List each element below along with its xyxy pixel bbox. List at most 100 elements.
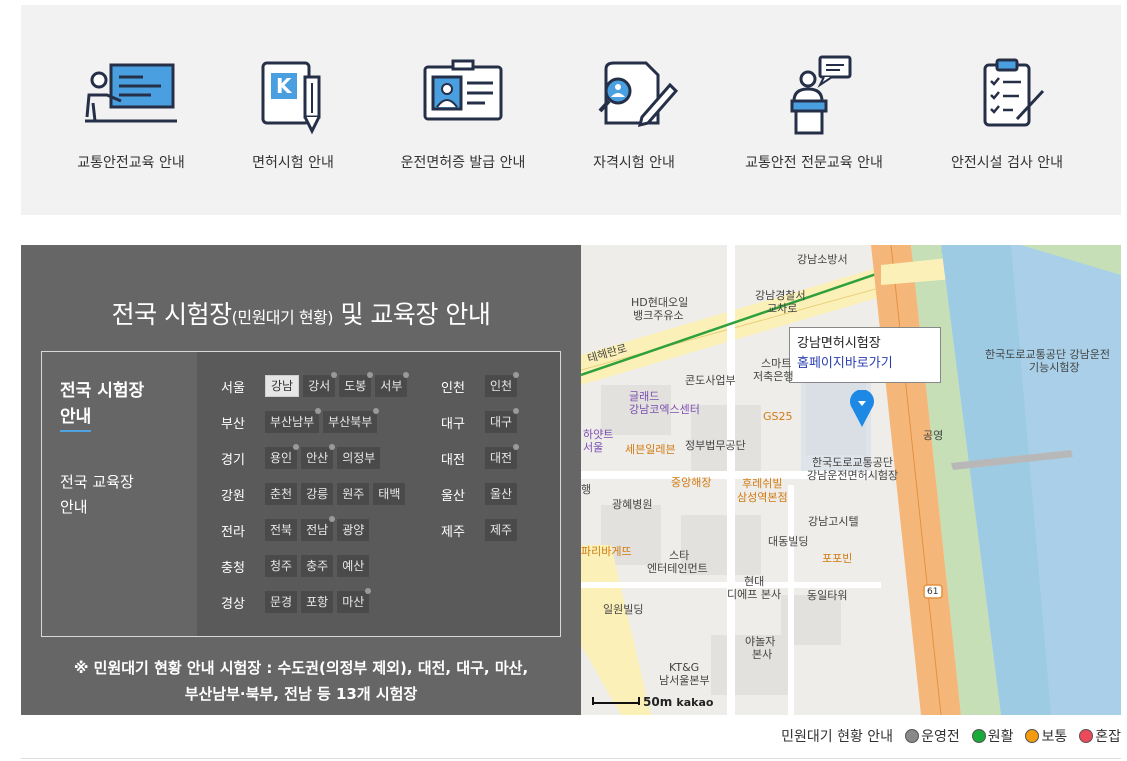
exam-center-name: 의정부 [342,451,376,465]
map-label: 엔터테인먼트 [647,562,708,575]
region-row-부산: 부산 부산남부 부산북부 [221,408,381,434]
map-label: 공영 [923,429,944,442]
region-label: 경상 [221,596,245,612]
service-facility-inspection[interactable]: 안전시설 검사 안내 [922,55,1092,172]
status-dot [971,729,986,743]
status-dot [513,408,520,414]
exam-center-chip[interactable]: 의정부 [337,447,381,469]
map-view[interactable]: 강남면허시험장 홈페이지바로가기 강남소방서 강남경찰서 교차로 HD현대오일 … [581,245,1121,715]
exam-center-chip[interactable]: 충주 [301,555,334,577]
exam-center-chip[interactable]: 전북 [265,519,298,541]
service-professional-education[interactable]: 교통안전 전문교육 안내 [729,55,899,172]
exam-center-chip[interactable]: 강서 [303,372,338,397]
exam-center-chip[interactable]: 포항 [301,591,334,613]
exam-center-chip[interactable]: 춘천 [265,483,298,505]
exam-center-chip[interactable]: 마산 [337,588,372,613]
region-row-울산: 울산 울산 [441,482,521,506]
region-selector-box: 전국 시험장 안내 전국 교육장 안내 서울 강남 강서 도봉 서부 부산 부산남부 부산북부… [41,351,561,637]
legend-item-crowded: 혼잡 [1079,726,1121,746]
exam-center-chip[interactable]: 대구 [485,408,520,433]
nav-exam-line2: 안내 [60,404,92,432]
status-dot [329,444,336,450]
location-pin-icon[interactable] [849,390,875,428]
map-brand: kakao [676,696,714,709]
map-label: 하얏트 [583,428,614,441]
region-row-경기: 경기 용인 안산 의정부 [221,444,384,470]
exam-center-chip[interactable]: 용인 [265,444,300,469]
exam-center-chip[interactable]: 태백 [373,483,406,505]
exam-center-chip[interactable]: 강릉 [301,483,334,505]
nav-edu-line2: 안내 [60,498,88,516]
status-dot [373,408,380,414]
panel-title-main: 전국 시험장 [111,300,232,329]
exam-center-name: 강서 [308,379,331,393]
map-label: 강남소방서 [797,253,848,266]
service-traffic-safety-education[interactable]: 교통안전교육 안내 [46,55,216,172]
exam-center-chip[interactable]: 대전 [485,444,520,469]
legend-label: 운영전 [921,729,960,745]
map-label: 콘도사업부 [685,374,736,387]
map-label: 글래드 [629,390,660,403]
map-label: 삼성역본점 [737,491,788,504]
exam-center-chip[interactable]: 부산북부 [323,408,380,433]
region-label: 충청 [221,560,245,576]
divider [21,758,1121,759]
exam-center-chip[interactable]: 서부 [375,372,410,397]
region-label: 대구 [441,416,465,432]
exam-center-chip[interactable]: 울산 [485,483,518,505]
exam-center-chip[interactable]: 예산 [337,555,370,577]
region-row-경상: 경상 문경 포항 마산 [221,588,373,614]
exam-pen-icon: K [261,61,321,135]
map-label: 야놀자 [745,635,776,648]
exam-center-name: 안산 [306,451,329,465]
region-label: 강원 [221,488,245,504]
note-line2: 부산남부·북부, 전남 등 13개 시험장 [184,685,418,703]
map-label: 강남경찰서 [755,289,806,302]
region-label: 인천 [441,380,465,396]
nav-exam-centers[interactable]: 전국 시험장 안내 [60,378,144,432]
map-label: 포포빈 [822,552,853,565]
exam-center-chip[interactable]: 청주 [265,555,298,577]
map-label: 서울 [583,441,604,454]
legend-label: 혼잡 [1095,729,1121,745]
map-label: KT&G [669,661,700,674]
status-dot [293,444,300,450]
region-label: 대전 [441,452,465,468]
exam-center-name: 충주 [306,559,329,573]
category-nav: 전국 시험장 안내 전국 교육장 안내 [42,352,197,636]
exam-center-chip[interactable]: 강남 [265,375,300,397]
service-license-issuance[interactable]: 운전면허증 발급 안내 [378,55,548,172]
status-dot [513,372,520,378]
exam-center-chip[interactable]: 도봉 [339,372,374,397]
service-label: 안전시설 검사 안내 [951,155,1063,171]
map-label: 동일타워 [807,589,848,602]
service-label: 교통안전교육 안내 [77,155,185,171]
exam-center-chip[interactable]: 안산 [301,444,336,469]
exam-center-chip[interactable]: 문경 [265,591,298,613]
exam-center-chip[interactable]: 원주 [337,483,370,505]
panel-title: 전국 시험장(민원대기 현황) 및 교육장 안내 [21,295,581,331]
status-dot [403,372,410,378]
legend-item-before-open: 운영전 [905,726,960,746]
exam-center-name: 청주 [270,559,293,573]
route-number: 61 [927,587,939,597]
region-label: 전라 [221,524,245,540]
exam-center-chip[interactable]: 광양 [337,519,370,541]
exam-center-chip[interactable]: 전남 [301,516,336,541]
exam-center-name: 대구 [490,415,513,429]
nav-education-centers[interactable]: 전국 교육장 안내 [60,470,134,520]
exam-center-chip[interactable]: 부산남부 [265,408,322,433]
exam-center-chip[interactable]: 제주 [485,519,518,541]
map-label: 한국도로교통공단 강남운전 [985,348,1110,361]
map-popup: 강남면허시험장 홈페이지바로가기 [789,327,941,383]
map-label: 본사 [752,648,773,661]
exam-center-chip[interactable]: 인천 [485,372,520,397]
map-label: 중앙해장 [671,476,712,489]
map-label: 세븐일레븐 [625,443,676,456]
region-list: 서울 강남 강서 도봉 서부 부산 부산남부 부산북부 경기 용인 안산 의정부 강원 춘천 강릉 원주 태백 전… [197,352,560,636]
service-qualification-exam[interactable]: 자격시험 안내 [549,55,719,172]
exam-center-name: 강릉 [306,487,329,501]
popup-homepage-link[interactable]: 홈페이지바로가기 [797,354,933,374]
service-license-exam[interactable]: K 면허시험 안내 [208,55,378,172]
lecture-icon [85,63,177,123]
